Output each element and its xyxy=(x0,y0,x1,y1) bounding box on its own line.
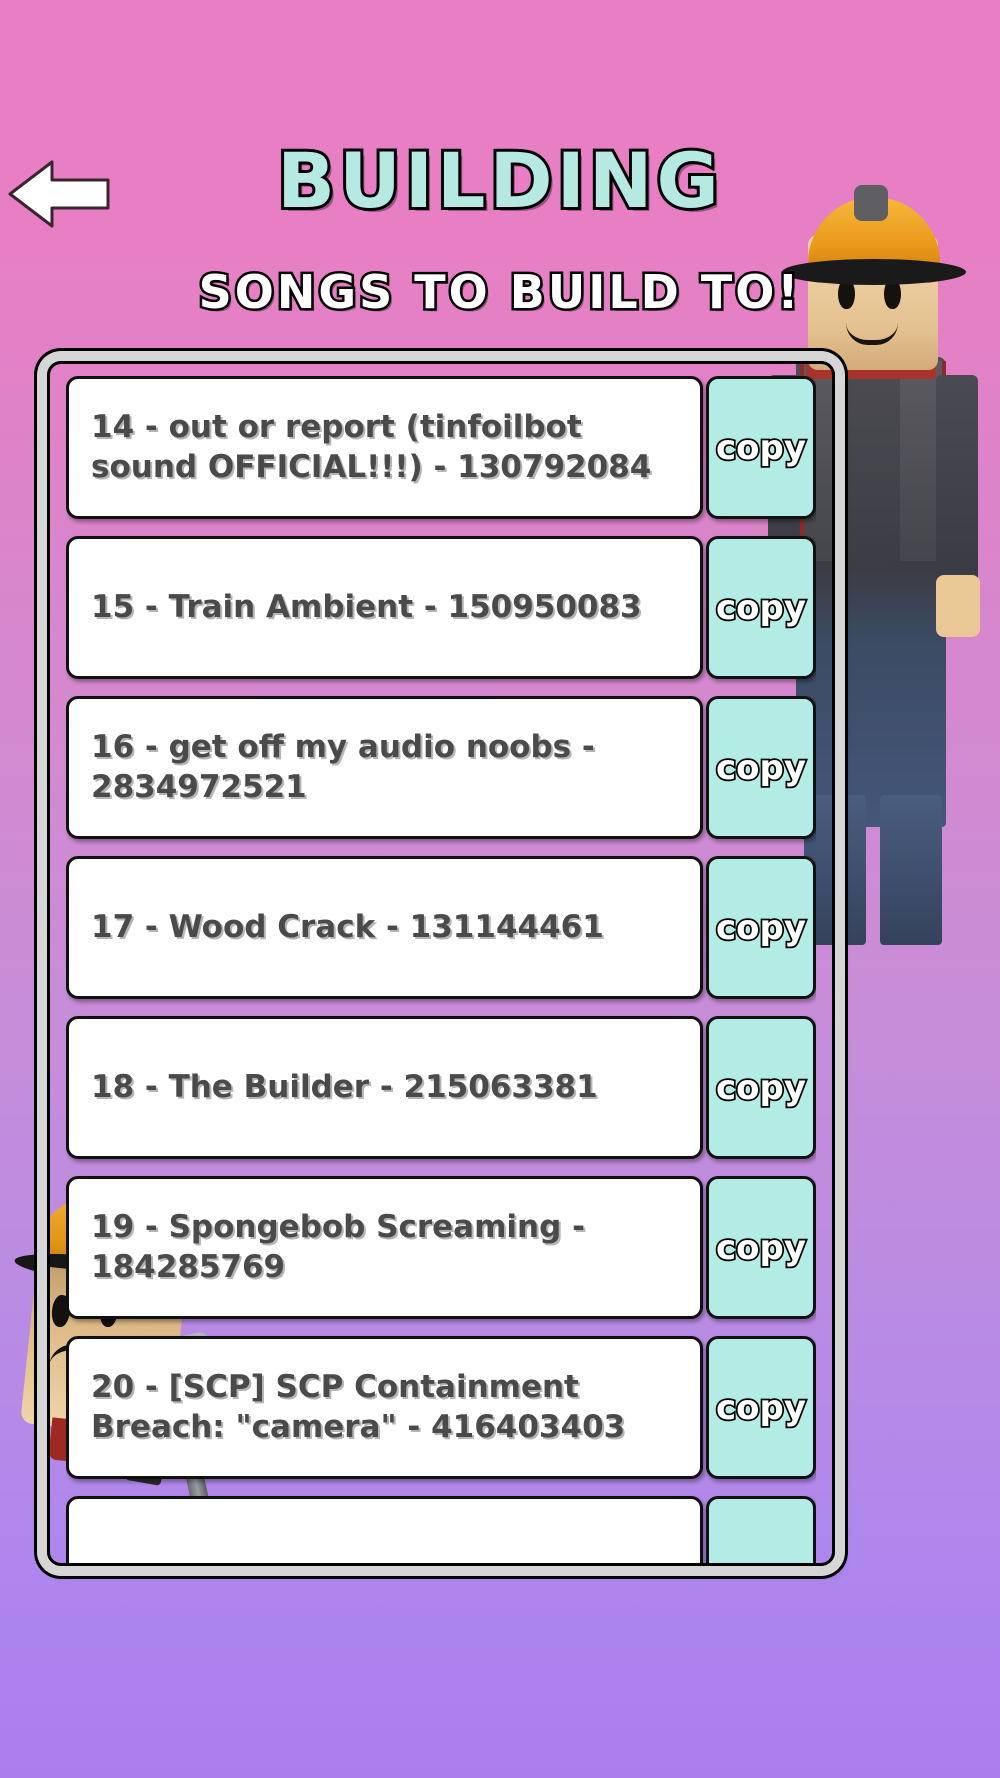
table-row[interactable]: 18 - The Builder - 215063381 copy xyxy=(66,1016,816,1159)
song-label-cell xyxy=(66,1496,703,1563)
song-title: 19 - Spongebob Screaming - 184285769 xyxy=(91,1208,585,1285)
copy-button-label: copy xyxy=(714,1386,808,1430)
song-label-cell: 14 - out or report (tinfoilbot sound OFF… xyxy=(66,376,703,519)
song-title: 17 - Wood Crack - 131144461 xyxy=(91,908,604,945)
song-label-cell: 17 - Wood Crack - 131144461 xyxy=(66,856,703,999)
table-row[interactable]: 16 - get off my audio noobs - 2834972521… xyxy=(66,696,816,839)
song-title: 16 - get off my audio noobs - 2834972521 xyxy=(91,728,595,805)
table-row[interactable]: 19 - Spongebob Screaming - 184285769 cop… xyxy=(66,1176,816,1319)
copy-button-label: copy xyxy=(714,746,808,790)
copy-button[interactable]: copy xyxy=(706,1336,816,1479)
page-title: BUILDING xyxy=(274,133,723,228)
copy-button[interactable]: copy xyxy=(706,856,816,999)
table-row[interactable]: 15 - Train Ambient - 150950083 copy xyxy=(66,536,816,679)
app-screen: BUILDING SONGS TO BUILD TO! 14 - out or … xyxy=(0,0,1000,1778)
copy-button-label: copy xyxy=(714,1066,808,1110)
copy-button[interactable]: copy xyxy=(706,696,816,839)
song-label-cell: 20 - [SCP] SCP Containment Breach: "came… xyxy=(66,1336,703,1479)
table-row[interactable]: 17 - Wood Crack - 131144461 copy xyxy=(66,856,816,999)
song-label-cell: 15 - Train Ambient - 150950083 xyxy=(66,536,703,679)
song-title: 14 - out or report (tinfoilbot sound OFF… xyxy=(91,408,652,485)
copy-button-label: copy xyxy=(714,906,808,950)
character-hand xyxy=(936,575,980,637)
copy-button[interactable]: copy xyxy=(706,536,816,679)
song-title: 15 - Train Ambient - 150950083 xyxy=(91,588,642,625)
song-list-frame: 14 - out or report (tinfoilbot sound OFF… xyxy=(47,361,835,1566)
song-label-cell: 16 - get off my audio noobs - 2834972521 xyxy=(66,696,703,839)
copy-button-label: copy xyxy=(714,1226,808,1270)
character-right-arm xyxy=(936,375,978,585)
character-smile xyxy=(846,323,898,345)
copy-button[interactable]: copy xyxy=(706,1016,816,1159)
copy-button[interactable]: copy xyxy=(706,1176,816,1319)
song-title: 20 - [SCP] SCP Containment Breach: "came… xyxy=(91,1368,626,1445)
table-row[interactable]: 20 - [SCP] SCP Containment Breach: "came… xyxy=(66,1336,816,1479)
song-list[interactable]: 14 - out or report (tinfoilbot sound OFF… xyxy=(66,376,816,1563)
table-row[interactable]: 14 - out or report (tinfoilbot sound OFF… xyxy=(66,376,816,519)
copy-button[interactable]: copy xyxy=(706,376,816,519)
page-subtitle: SONGS TO BUILD TO! xyxy=(196,263,802,322)
copy-button[interactable] xyxy=(706,1496,816,1563)
copy-button-label: copy xyxy=(714,586,808,630)
copy-button-label: copy xyxy=(714,426,808,470)
character-right-leg xyxy=(880,795,942,945)
character-vest-right xyxy=(900,361,946,561)
song-title: 18 - The Builder - 215063381 xyxy=(91,1068,598,1105)
table-row[interactable] xyxy=(66,1496,816,1563)
song-label-cell: 18 - The Builder - 215063381 xyxy=(66,1016,703,1159)
song-label-cell: 19 - Spongebob Screaming - 184285769 xyxy=(66,1176,703,1319)
